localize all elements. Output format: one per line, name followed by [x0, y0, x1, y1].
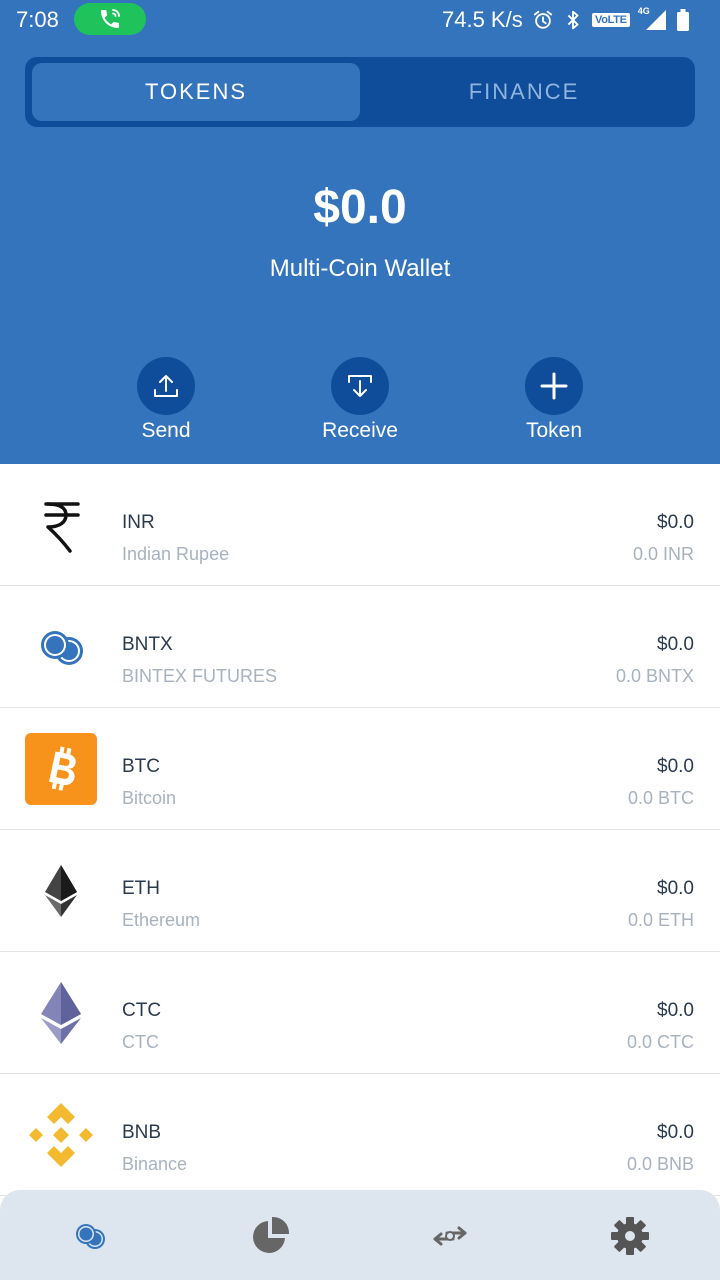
nav-swap[interactable]: [428, 1214, 472, 1258]
call-active-icon: [101, 9, 120, 28]
swap-icon: [433, 1226, 467, 1246]
bntx-icon: [24, 610, 98, 684]
wallet-tabs: TOKENS FINANCE: [25, 57, 695, 127]
download-icon: [348, 375, 372, 397]
token-fiat-value: $0.0: [657, 634, 694, 655]
token-amount: 0.0 CTC: [626, 1032, 694, 1052]
bluetooth-icon: [567, 10, 579, 30]
token-symbol: CTC: [122, 1000, 162, 1021]
total-balance: $0.0: [313, 181, 407, 234]
token-name: Bitcoin: [122, 788, 177, 808]
token-fiat-value: $0.0: [657, 878, 694, 899]
token-name: CTC: [122, 1032, 159, 1052]
tab-finance[interactable]: FINANCE: [360, 63, 688, 121]
wallet-icon: [76, 1224, 105, 1249]
token-row-ctc[interactable]: CTC CTC $0.0 0.0 CTC: [0, 952, 720, 1074]
battery-icon: [676, 9, 689, 31]
token-fiat-value: $0.0: [657, 1122, 694, 1143]
token-row-inr[interactable]: INR Indian Rupee $0.0 0.0 INR: [0, 464, 720, 586]
token-amount: 0.0 ETH: [627, 910, 694, 930]
ctc-icon: [24, 976, 98, 1050]
status-icons: VoLTE 4G: [532, 6, 690, 34]
token-fiat-value: $0.0: [657, 512, 694, 533]
token-amount: 0.0 INR: [632, 544, 694, 564]
token-row-bnb[interactable]: BNB Binance $0.0 0.0 BNB: [0, 1074, 720, 1196]
upload-icon: [154, 375, 178, 397]
send-button[interactable]: Send: [96, 357, 236, 443]
alarm-icon: [533, 10, 553, 29]
nav-portfolio[interactable]: [248, 1214, 292, 1258]
plus-icon: [540, 372, 568, 400]
add-token-button[interactable]: Token: [484, 357, 624, 443]
token-name: Indian Rupee: [122, 544, 230, 564]
bitcoin-icon: [24, 732, 98, 806]
rupee-icon: [24, 488, 98, 562]
token-symbol: BTC: [122, 756, 160, 777]
wallet-header: 7:08 74.5 K/s VoLTE 4G TOKENS FINANCE $0…: [0, 0, 720, 464]
signal-indicator: 4G: [638, 6, 668, 32]
wallet-name[interactable]: Multi-Coin Wallet: [0, 255, 720, 283]
network-speed: 74.5 K/s: [442, 7, 523, 32]
token-name: Binance: [122, 1154, 188, 1174]
token-name: BINTEX FUTURES: [122, 666, 278, 686]
token-list: INR Indian Rupee $0.0 0.0 INR BNTX BINTE…: [0, 464, 720, 1196]
token-row-eth[interactable]: ETH Ethereum $0.0 0.0 ETH: [0, 830, 720, 952]
token-name: Ethereum: [122, 910, 201, 930]
token-symbol: ETH: [122, 878, 160, 899]
token-fiat-value: $0.0: [657, 1000, 694, 1021]
token-symbol: BNTX: [122, 634, 173, 655]
token-symbol: INR: [122, 512, 155, 533]
token-row-btc[interactable]: BTC Bitcoin $0.0 0.0 BTC: [0, 708, 720, 830]
send-label: Send: [141, 419, 191, 442]
token-amount: 0.0 BNTX: [615, 666, 694, 686]
token-fiat-value: $0.0: [657, 756, 694, 777]
volte-badge: VoLTE: [592, 13, 630, 27]
signal-icon: [645, 10, 666, 30]
settings-icon: [611, 1217, 649, 1255]
nav-wallet[interactable]: [68, 1214, 112, 1258]
token-amount: 0.0 BTC: [627, 788, 694, 808]
pie-chart-icon: [253, 1216, 290, 1253]
nav-settings[interactable]: [608, 1214, 652, 1258]
binance-icon: [24, 1098, 98, 1172]
receive-button[interactable]: Receive: [290, 357, 430, 443]
tab-tokens[interactable]: TOKENS: [32, 63, 360, 121]
token-row-bntx[interactable]: BNTX BINTEX FUTURES $0.0 0.0 BNTX: [0, 586, 720, 708]
status-time: 7:08: [16, 7, 59, 32]
bottom-nav: [0, 1190, 720, 1280]
receive-label: Receive: [322, 419, 398, 442]
ethereum-icon: [24, 854, 98, 928]
token-amount: 0.0 BNB: [626, 1154, 694, 1174]
token-label: Token: [525, 419, 583, 442]
call-active-indicator[interactable]: [74, 3, 146, 35]
token-symbol: BNB: [122, 1122, 162, 1143]
status-bar: 7:08 74.5 K/s VoLTE 4G: [0, 0, 720, 40]
